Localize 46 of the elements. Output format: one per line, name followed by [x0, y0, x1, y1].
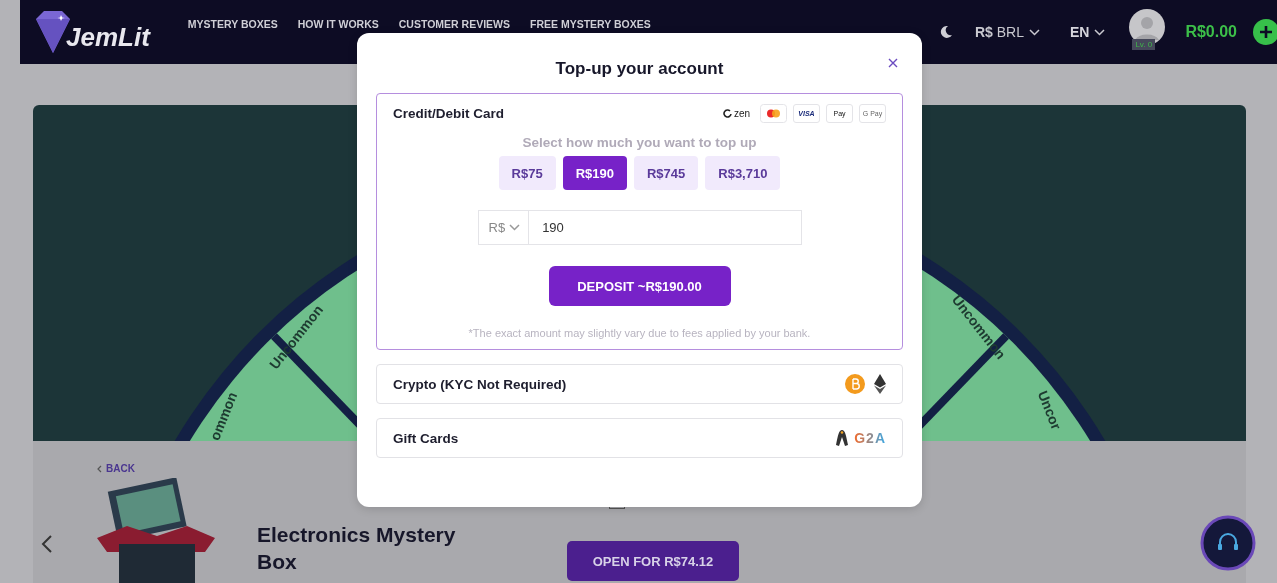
- balance-text: R$0.00: [1185, 23, 1237, 41]
- zen-logo-text: zen: [733, 107, 750, 119]
- open-box-button[interactable]: OPEN FOR R$74.12: [567, 541, 739, 581]
- add-funds-icon[interactable]: [1251, 17, 1277, 47]
- amount-option[interactable]: R$3,710: [705, 156, 781, 190]
- amount-field[interactable]: R$ 190: [477, 210, 802, 245]
- wheel-label: Uncor: [1034, 388, 1065, 432]
- ethereum-icon: [874, 374, 886, 394]
- close-icon[interactable]: [888, 58, 898, 68]
- deposit-button[interactable]: DEPOSIT ~R$190.00: [548, 266, 731, 306]
- fee-note: *The exact amount may slightly vary due to fees applied by your bank.: [468, 327, 811, 339]
- nav-link[interactable]: MYSTERY BOXES: [187, 18, 278, 30]
- currency-dropdown[interactable]: R$: [478, 220, 506, 235]
- prompt-text: Select how much you want to top up: [522, 135, 757, 150]
- payment-method-panel[interactable]: Crypto (KYC Not Required): [376, 364, 903, 404]
- support-chat-icon[interactable]: [1200, 515, 1256, 571]
- mastercard-icon: [760, 103, 787, 123]
- nav-link[interactable]: CUSTOMER REVIEWS: [398, 18, 510, 30]
- logo-text[interactable]: JemLit: [66, 21, 150, 53]
- amount-value: 190: [541, 220, 564, 235]
- amount-option[interactable]: R$190: [562, 156, 627, 190]
- back-text: BACK: [106, 463, 135, 474]
- chevron-down-icon: [1028, 28, 1040, 36]
- chevron-down-icon: [509, 224, 521, 231]
- chevron-left-icon[interactable]: [41, 534, 53, 554]
- payment-method-title: Credit/Debit Card: [393, 105, 504, 121]
- amount-option[interactable]: R$745: [633, 156, 699, 190]
- bitcoin-icon: [845, 374, 865, 394]
- penguin-icon: [835, 429, 850, 447]
- currency-selector[interactable]: R$ BRL: [974, 24, 1024, 40]
- dialog-title: Top-up your account: [555, 59, 724, 79]
- back-link[interactable]: BACK: [97, 463, 135, 474]
- ring-logo-icon: [722, 108, 732, 118]
- payment-method-title: Gift Cards: [393, 430, 459, 446]
- level-badge: Lv. 0: [1132, 39, 1156, 50]
- payment-method-title: Crypto (KYC Not Required): [393, 376, 567, 392]
- language-selector[interactable]: EN: [1069, 24, 1090, 40]
- chevron-down-icon: [1094, 28, 1106, 36]
- payment-method-panel[interactable]: Gift Cards G2A: [376, 418, 903, 458]
- nav-link[interactable]: FREE MYSTERY BOXES: [530, 18, 651, 30]
- g2a-logo-text: G2A: [854, 430, 886, 446]
- product-title: Electronics Mystery Box: [257, 522, 457, 575]
- amount-option[interactable]: R$75: [498, 156, 556, 190]
- moon-icon[interactable]: [938, 25, 953, 39]
- nav-link[interactable]: HOW IT WORKS: [297, 18, 379, 30]
- chevron-left-icon: [97, 464, 102, 473]
